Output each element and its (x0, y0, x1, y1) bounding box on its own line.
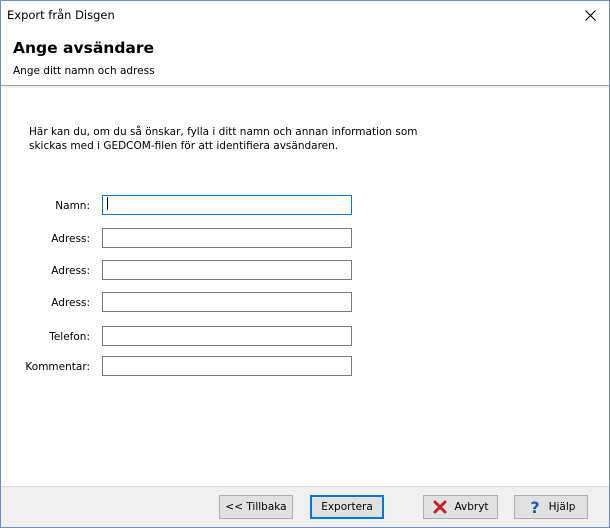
button-bar: << Tillbaka Exportera Avbryt ? Hjälp (1, 486, 609, 527)
wizard-header: Ange avsändare Ange ditt namn och adress (1, 29, 609, 86)
phone-input[interactable] (102, 326, 352, 346)
name-input[interactable] (102, 195, 352, 215)
export-dialog: Export från Disgen Ange avsändare Ange d… (0, 0, 610, 528)
intro-text: Här kan du, om du så önskar, fylla i dit… (29, 126, 418, 152)
comment-label: Kommentar: (25, 361, 90, 373)
back-button[interactable]: << Tillbaka (219, 495, 293, 519)
close-icon (584, 9, 596, 21)
help-button[interactable]: ? Hjälp (514, 495, 588, 519)
close-button[interactable] (577, 4, 603, 26)
help-button-label: Hjälp (548, 501, 576, 513)
wizard-content: Här kan du, om du så önskar, fylla i dit… (1, 88, 609, 486)
text-caret (107, 197, 108, 210)
phone-label: Telefon: (49, 331, 90, 343)
cancel-button-label: Avbryt (454, 501, 489, 513)
window-title: Export från Disgen (7, 8, 115, 22)
address-1-input[interactable] (102, 228, 352, 248)
address-2-label: Adress: (51, 265, 90, 277)
page-title: Ange avsändare (13, 39, 155, 57)
address-1-label: Adress: (51, 233, 90, 245)
address-3-label: Adress: (51, 297, 90, 309)
title-bar: Export från Disgen (1, 1, 609, 29)
address-2-input[interactable] (102, 260, 352, 280)
name-label: Namn: (55, 200, 90, 212)
svg-text:?: ? (530, 499, 539, 515)
page-subtitle: Ange ditt namn och adress (13, 65, 155, 77)
comment-input[interactable] (102, 356, 352, 376)
cancel-button[interactable]: Avbryt (423, 495, 498, 519)
address-3-input[interactable] (102, 292, 352, 312)
help-question-icon: ? (530, 499, 539, 515)
export-button[interactable]: Exportera (310, 495, 384, 519)
cancel-x-icon (433, 500, 447, 514)
